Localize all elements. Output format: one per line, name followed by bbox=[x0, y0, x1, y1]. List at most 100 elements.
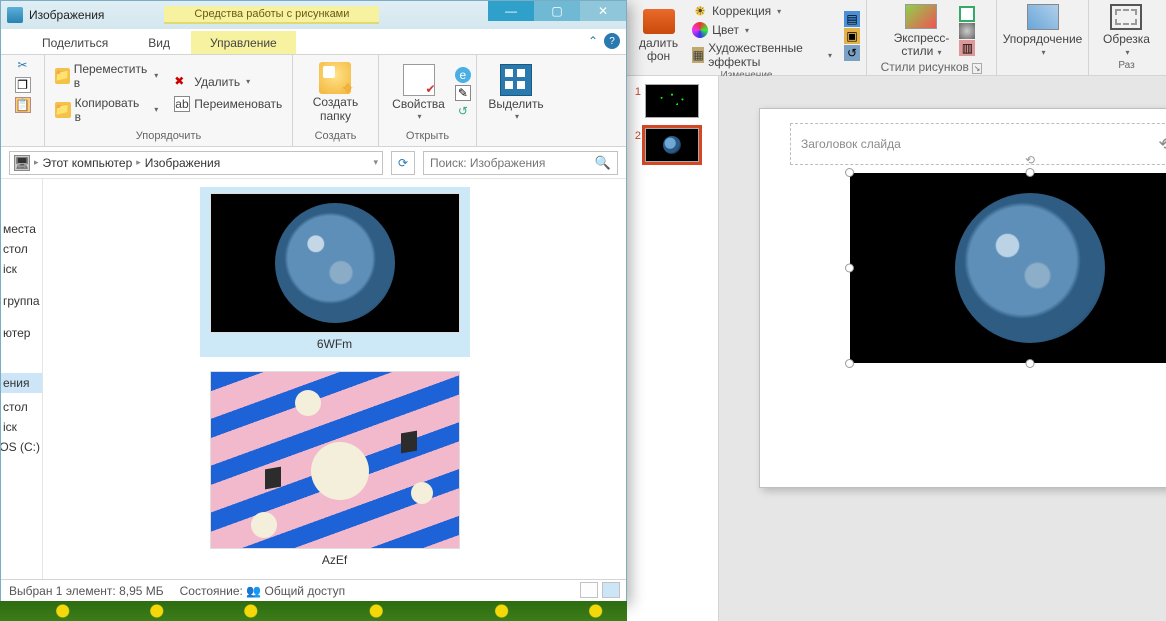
rename-button[interactable]: ab Переименовать bbox=[170, 94, 286, 114]
sidebar-item[interactable]: OS (C:) bbox=[1, 437, 42, 457]
arrange-button[interactable]: Упорядочение▾ bbox=[997, 2, 1089, 60]
properties-button[interactable]: ✔ Свойства▾ bbox=[384, 58, 453, 128]
tab-share[interactable]: Поделиться bbox=[23, 31, 127, 54]
sidebar-item[interactable]: ютер bbox=[1, 323, 42, 343]
resize-handle[interactable] bbox=[1026, 168, 1035, 177]
search-input[interactable] bbox=[430, 156, 595, 170]
palette-icon bbox=[692, 22, 708, 38]
paste-icon[interactable]: 📋 bbox=[15, 97, 31, 113]
rotate-handle-icon[interactable]: ⟲ bbox=[1023, 153, 1037, 167]
explorer-ribbon: ✂ ❐ 📋 📁 Переместить в▾ 📁 Копировать в▾ bbox=[1, 55, 626, 147]
copy-icon[interactable]: ❐ bbox=[15, 77, 31, 93]
slide-picture[interactable]: ⟲ bbox=[850, 173, 1166, 363]
explorer-content: места стол іск группа ютер ения стол іск… bbox=[1, 179, 626, 579]
delete-button[interactable]: ✖ Удалить▾ bbox=[170, 72, 286, 92]
select-button[interactable]: Выделить▾ bbox=[480, 58, 551, 128]
compress-icon[interactable]: ▤ bbox=[844, 11, 860, 27]
quick-styles-button[interactable]: Экспресс-стили ▾ bbox=[888, 2, 956, 60]
corrections-button[interactable]: ☀ Коррекция▾ bbox=[688, 2, 836, 20]
pp-group-change: далитьфон ☀ Коррекция▾ Цвет▾ ▦ Художеств… bbox=[627, 0, 867, 75]
slide-canvas[interactable]: Заголовок слайда ⟲ ⟲ bbox=[719, 76, 1166, 621]
nav-pane[interactable]: места стол іск группа ютер ения стол іск… bbox=[1, 179, 43, 579]
group-create: ✦ Создатьпапку Создать bbox=[293, 55, 379, 146]
thumbnails-view-button[interactable] bbox=[602, 582, 620, 598]
slide-thumb-1[interactable]: 1 bbox=[631, 84, 714, 118]
slide: Заголовок слайда ⟲ ⟲ bbox=[759, 108, 1166, 488]
refresh-button[interactable]: ⟳ bbox=[391, 151, 415, 175]
edit-icon[interactable]: ✎ bbox=[455, 85, 471, 101]
artistic-effects-button[interactable]: ▦ Художественные эффекты▾ bbox=[688, 40, 836, 70]
context-tab-title: Средства работы с рисунками bbox=[164, 6, 379, 24]
file-item-selected[interactable]: 6WFm bbox=[200, 187, 470, 357]
sidebar-item[interactable]: стол bbox=[1, 397, 42, 417]
reset-pic-icon[interactable]: ↺ bbox=[844, 45, 860, 61]
rename-icon: ab bbox=[174, 96, 190, 112]
slide-thumb-1-preview bbox=[645, 84, 699, 118]
picture-effects-icon[interactable] bbox=[959, 23, 975, 39]
picture-layout-icon[interactable]: ▥ bbox=[959, 40, 975, 56]
change-pic-icon[interactable]: ▣ bbox=[844, 28, 860, 44]
earth-image bbox=[955, 193, 1105, 343]
sidebar-item[interactable]: группа bbox=[1, 291, 42, 311]
resize-handle[interactable] bbox=[1026, 359, 1035, 368]
file-item[interactable]: AzEf bbox=[200, 365, 470, 573]
breadcrumb-root[interactable]: Этот компьютер ▸ bbox=[43, 156, 141, 170]
details-view-button[interactable] bbox=[580, 582, 598, 598]
explorer-titlebar[interactable]: Изображения Средства работы с рисунками … bbox=[1, 1, 626, 29]
effects-icon: ▦ bbox=[692, 47, 704, 63]
file-thumbnail bbox=[210, 371, 460, 549]
sidebar-item[interactable]: ения bbox=[1, 373, 42, 393]
cut-icon[interactable]: ✂ bbox=[15, 57, 31, 73]
address-bar[interactable]: 🖥 ▸ Этот компьютер ▸ Изображения ▾ bbox=[9, 151, 383, 175]
search-box[interactable]: 🔍 bbox=[423, 151, 618, 175]
crop-button[interactable]: Обрезка▾ bbox=[1097, 2, 1156, 60]
sidebar-item[interactable]: іск bbox=[1, 259, 42, 279]
ribbon-collapse-icon[interactable]: ⌃ bbox=[588, 34, 598, 48]
desktop-wallpaper-strip bbox=[0, 601, 627, 621]
status-selection: Выбран 1 элемент: 8,95 МБ bbox=[9, 584, 164, 598]
delete-icon: ✖ bbox=[174, 74, 190, 90]
remove-background-button[interactable]: далитьфон bbox=[633, 7, 684, 65]
move-to-icon: 📁 bbox=[55, 68, 70, 84]
group-label-styles: Стили рисунков ↘ bbox=[881, 60, 983, 74]
rotate-handle-icon[interactable]: ⟲ bbox=[1158, 134, 1166, 155]
history-dropdown-icon[interactable]: ▾ bbox=[373, 157, 378, 168]
arrange-icon bbox=[1027, 4, 1059, 30]
status-state: Состояние: 👥 Общий доступ bbox=[180, 584, 345, 598]
tab-manage[interactable]: Управление bbox=[191, 31, 296, 54]
help-icon[interactable]: ? bbox=[604, 33, 620, 49]
open-icon[interactable]: e bbox=[455, 67, 471, 83]
slide-title-placeholder[interactable]: Заголовок слайда ⟲ bbox=[790, 123, 1166, 165]
minimize-button[interactable]: — bbox=[488, 1, 534, 21]
history-icon[interactable]: ↺ bbox=[455, 103, 471, 119]
group-label-size: Раз bbox=[1118, 60, 1134, 73]
select-all-icon bbox=[500, 64, 532, 96]
resize-handle[interactable] bbox=[845, 264, 854, 273]
copy-to-button[interactable]: 📁 Копировать в▾ bbox=[51, 94, 163, 126]
group-organize: 📁 Переместить в▾ 📁 Копировать в▾ ✖ Удали… bbox=[45, 55, 293, 146]
picture-border-icon[interactable] bbox=[959, 6, 975, 22]
move-to-button[interactable]: 📁 Переместить в▾ bbox=[51, 60, 163, 92]
file-name: 6WFm bbox=[317, 337, 352, 351]
window-title: Изображения bbox=[29, 8, 104, 22]
pp-group-arrange: Упорядочение▾ bbox=[997, 0, 1089, 75]
address-bar-row: 🖥 ▸ Этот компьютер ▸ Изображения ▾ ⟳ 🔍 bbox=[1, 147, 626, 179]
resize-handle[interactable] bbox=[845, 168, 854, 177]
sidebar-item[interactable]: места bbox=[1, 219, 42, 239]
color-button[interactable]: Цвет▾ bbox=[688, 21, 836, 39]
breadcrumb-current[interactable]: Изображения bbox=[145, 156, 220, 170]
sidebar-item[interactable]: іск bbox=[1, 417, 42, 437]
new-folder-button[interactable]: ✦ Создатьпапку bbox=[305, 58, 367, 128]
maximize-button[interactable]: ▢ bbox=[534, 1, 580, 21]
remove-bg-icon bbox=[643, 9, 675, 34]
slide-thumb-2[interactable]: 2 bbox=[631, 128, 714, 162]
pictures-library-icon bbox=[7, 7, 23, 23]
resize-handle[interactable] bbox=[845, 359, 854, 368]
slide-thumb-2-preview bbox=[645, 128, 699, 162]
chevron-right-icon[interactable]: ▸ bbox=[34, 157, 39, 168]
close-button[interactable]: ✕ bbox=[580, 1, 626, 21]
file-list[interactable]: 6WFm AzEf bbox=[43, 179, 626, 579]
tab-view[interactable]: Вид bbox=[129, 31, 189, 54]
explorer-window: Изображения Средства работы с рисунками … bbox=[0, 0, 627, 602]
sidebar-item[interactable]: стол bbox=[1, 239, 42, 259]
